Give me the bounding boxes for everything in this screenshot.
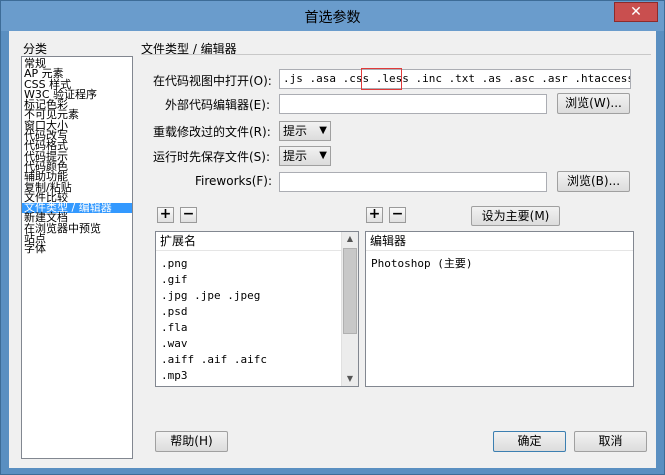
chevron-down-icon: ▼ [319, 150, 327, 161]
extensions-header: 扩展名 [156, 232, 342, 251]
fireworks-input[interactable] [279, 172, 547, 192]
highlight-less-box [361, 68, 402, 90]
cancel-button[interactable]: 取消 [574, 431, 647, 452]
minus-icon: − [391, 206, 404, 222]
dialog-body: 分类 常规 AP 元素 CSS 样式 W3C 验证程序 标记色彩 不可见元素 窗口大小 代码改… [9, 31, 656, 468]
extension-row[interactable]: .mp3 [156, 368, 342, 384]
browse-external-button[interactable]: 浏览(W)... [557, 93, 630, 114]
fireworks-label: Fireworks(F): [195, 174, 273, 188]
editors-header: 编辑器 [366, 232, 633, 251]
extensions-rows: .png .gif .jpg .jpe .jpeg .psd .fla .wav .aiff… [156, 256, 342, 384]
reload-select[interactable]: 提示 ▼ [279, 121, 331, 141]
add-extension-button[interactable]: + [157, 207, 174, 223]
open-in-code-input[interactable]: .js .asa .css .less .inc .txt .as .asc .… [279, 69, 631, 89]
browse-fireworks-button[interactable]: 浏览(B)... [557, 171, 630, 192]
extension-row[interactable]: .fla [156, 320, 342, 336]
extension-row[interactable]: .gif [156, 272, 342, 288]
minus-icon: − [182, 206, 195, 222]
help-button[interactable]: 帮助(H) [155, 431, 228, 452]
window-title: 首选参数 [304, 10, 361, 26]
add-editor-button[interactable]: + [366, 207, 383, 223]
chevron-down-icon: ▼ [319, 125, 327, 136]
editors-rows: Photoshop (主要) [366, 256, 633, 272]
preferences-dialog: 首选参数 ✕ 分类 常规 AP 元素 CSS 样式 W3C 验证程序 标记色彩 不可见元素… [0, 0, 665, 475]
external-editor-label: 外部代码编辑器(E): [165, 98, 270, 112]
title-bar[interactable]: 首选参数 ✕ [1, 1, 664, 31]
editor-row[interactable]: Photoshop (主要) [366, 256, 633, 272]
extensions-scrollbar[interactable]: ▲ ▼ [341, 232, 358, 386]
extension-row[interactable]: .jpg .jpe .jpeg [156, 288, 342, 304]
extension-row[interactable]: .aiff .aif .aifc [156, 352, 342, 368]
editors-list[interactable]: 编辑器 Photoshop (主要) [365, 231, 634, 387]
reload-label: 重载修改过的文件(R): [153, 125, 271, 139]
category-heading: 分类 [23, 42, 48, 56]
save-on-start-select[interactable]: 提示 ▼ [279, 146, 331, 166]
ok-button[interactable]: 确定 [493, 431, 566, 452]
panel-divider [141, 54, 651, 55]
category-list[interactable]: 常规 AP 元素 CSS 样式 W3C 验证程序 标记色彩 不可见元素 窗口大小 代码改写 代码… [21, 56, 133, 459]
set-primary-button[interactable]: 设为主要(M) [471, 206, 560, 226]
close-icon: ✕ [630, 4, 642, 20]
remove-editor-button[interactable]: − [389, 207, 406, 223]
scroll-thumb[interactable] [343, 248, 357, 334]
extension-row[interactable]: .png [156, 256, 342, 272]
extension-row[interactable]: .psd [156, 304, 342, 320]
reload-select-value: 提示 [283, 124, 308, 138]
extensions-list[interactable]: 扩展名 .png .gif .jpg .jpe .jpeg .psd .fla .wav.… [155, 231, 359, 387]
remove-extension-button[interactable]: − [180, 207, 197, 223]
save-on-start-select-value: 提示 [283, 149, 308, 163]
close-button[interactable]: ✕ [614, 2, 658, 22]
sidebar-item[interactable]: 字体 [22, 243, 132, 254]
open-in-code-label: 在代码视图中打开(O): [153, 74, 272, 88]
scroll-up-icon[interactable]: ▲ [342, 232, 358, 246]
external-editor-input[interactable] [279, 94, 547, 114]
plus-icon: + [368, 206, 381, 222]
plus-icon: + [159, 206, 172, 222]
save-on-start-label: 运行时先保存文件(S): [153, 150, 271, 164]
scroll-down-icon[interactable]: ▼ [342, 372, 358, 386]
extension-row[interactable]: .wav [156, 336, 342, 352]
